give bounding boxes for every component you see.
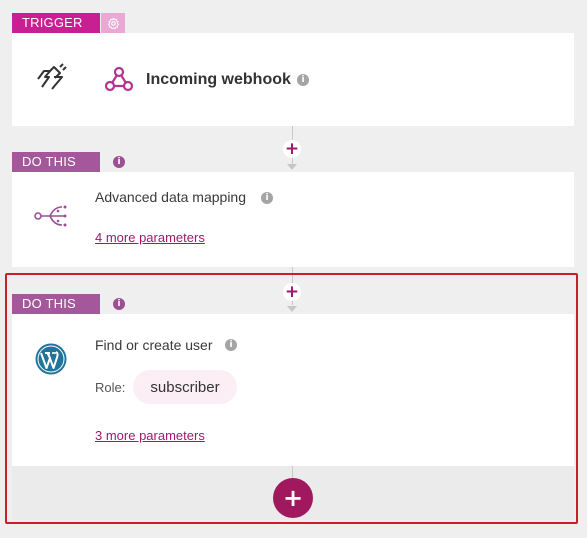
trigger-title: Incoming webhook [146,71,291,88]
info-icon[interactable]: i [297,74,309,86]
step-title: Advanced data mapping [95,189,246,205]
info-icon[interactable]: i [113,156,125,168]
trigger-tag: TRIGGER [12,13,100,33]
data-mapping-icon [34,203,68,234]
trigger-card[interactable]: Incoming webhook i [12,33,574,126]
arrow-down-icon [287,164,297,170]
lightning-plug-icon [32,62,68,99]
highlight-frame [5,273,578,524]
webhook-icon [104,65,134,98]
info-icon[interactable]: i [261,192,273,204]
more-parameters-link[interactable]: 4 more parameters [95,230,205,245]
add-step-button[interactable]: + [283,139,301,159]
gear-icon[interactable] [101,13,125,33]
do-this-tag: DO THIS [12,152,100,172]
workflow-canvas: TRIGGER Incoming webhook i + DO THIS i A… [0,0,587,538]
step-card-data-mapping[interactable]: Advanced data mapping i 4 more parameter… [12,172,574,267]
